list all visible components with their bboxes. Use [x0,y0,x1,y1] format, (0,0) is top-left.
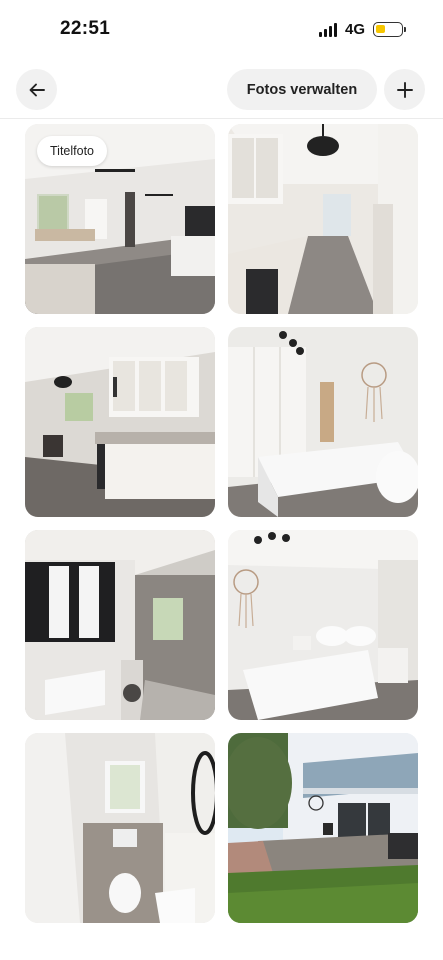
manage-photos-button[interactable]: Fotos verwalten [227,69,377,110]
photo-tile-bedroom-wardrobe[interactable] [228,327,418,517]
cover-photo-badge: Titelfoto [37,136,108,166]
plus-icon [396,81,413,98]
nav-divider [0,118,443,119]
battery-icon [373,22,406,37]
kitchen-photo [25,327,215,517]
back-button[interactable] [16,69,57,110]
status-time: 22:51 [60,18,111,39]
arrow-left-icon [29,83,45,96]
toilet-room-photo [25,733,215,923]
top-nav: Fotos verwalten [0,69,443,111]
bedroom-photo [228,530,418,720]
photo-tile-building-exterior[interactable] [228,733,418,923]
photo-tile-kitchen[interactable] [25,327,215,517]
bedroom-wardrobe-photo [228,327,418,517]
photo-tile-bathroom[interactable] [25,530,215,720]
kitchen-hallway-photo [228,124,418,314]
photo-tile-living-room[interactable]: Titelfoto [25,124,215,314]
photo-grid: Titelfoto [25,124,418,923]
building-exterior-photo [228,733,418,923]
bathroom-photo [25,530,215,720]
photo-tile-kitchen-hallway[interactable] [228,124,418,314]
add-photo-button[interactable] [384,69,425,110]
photo-tile-bedroom[interactable] [228,530,418,720]
status-indicators: 4G [318,21,406,38]
photo-tile-toilet-room[interactable] [25,733,215,923]
status-bar: 22:51 4G [0,0,443,58]
signal-icon [318,22,337,37]
network-type: 4G [344,21,365,38]
